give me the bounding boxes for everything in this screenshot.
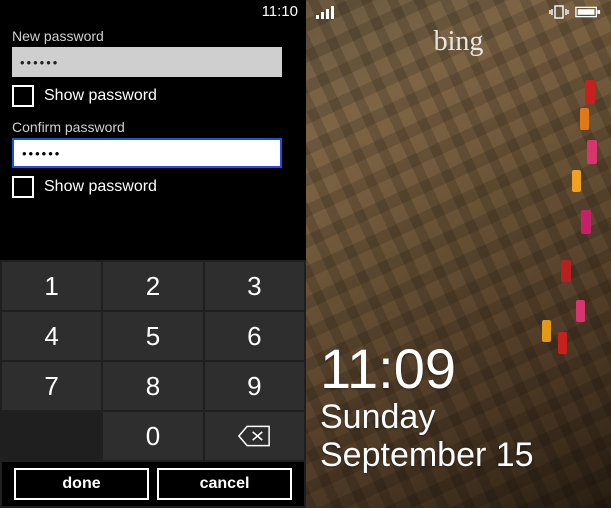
bg-figure (542, 320, 551, 342)
done-button[interactable]: done (14, 468, 149, 500)
show-confirm-password-checkbox[interactable] (12, 176, 34, 198)
vibrate-icon (549, 5, 569, 19)
lock-time: 11:09 (320, 340, 534, 399)
backspace-icon (237, 425, 271, 447)
show-confirm-password-label: Show password (44, 178, 157, 196)
key-5[interactable]: 5 (103, 312, 202, 360)
key-7[interactable]: 7 (2, 362, 101, 410)
key-0[interactable]: 0 (103, 412, 202, 460)
new-password-input[interactable] (12, 47, 282, 77)
bg-figure (585, 80, 595, 104)
bg-figure (561, 260, 571, 282)
bg-figure (576, 300, 585, 322)
numeric-keypad: 1 2 3 4 5 6 7 8 9 0 done cancel (0, 260, 306, 508)
key-1[interactable]: 1 (2, 262, 101, 310)
bg-figure (587, 140, 597, 164)
confirm-password-label: Confirm password (12, 119, 294, 135)
lock-screen[interactable]: bing 11:09 Sunday September 15 (306, 0, 611, 508)
key-6[interactable]: 6 (205, 312, 304, 360)
confirm-password-input[interactable] (12, 138, 282, 168)
key-9[interactable]: 9 (205, 362, 304, 410)
lock-day: Sunday (320, 399, 534, 436)
signal-icon (316, 5, 336, 19)
battery-icon (575, 5, 601, 19)
key-3[interactable]: 3 (205, 262, 304, 310)
bg-figure (581, 210, 591, 234)
lock-date: September 15 (320, 437, 534, 474)
action-row: done cancel (2, 462, 304, 506)
show-new-password-checkbox[interactable] (12, 85, 34, 107)
lock-info: 11:09 Sunday September 15 (320, 340, 534, 474)
new-password-label: New password (12, 28, 294, 44)
password-form: New password Show password Confirm passw… (0, 22, 306, 210)
bg-figure (558, 332, 567, 354)
key-8[interactable]: 8 (103, 362, 202, 410)
bing-logo: bing (306, 26, 611, 58)
show-new-password-label: Show password (44, 87, 157, 105)
key-2[interactable]: 2 (103, 262, 202, 310)
lock-status-bar (306, 0, 611, 24)
key-backspace[interactable] (205, 412, 304, 460)
key-blank (2, 412, 101, 460)
password-setup-screen: 11:10 New password Show password Confirm… (0, 0, 306, 508)
bg-figure (572, 170, 581, 192)
key-4[interactable]: 4 (2, 312, 101, 360)
status-bar: 11:10 (0, 0, 306, 22)
bg-figure (580, 108, 589, 130)
clock-time: 11:10 (262, 3, 298, 20)
cancel-button[interactable]: cancel (157, 468, 292, 500)
